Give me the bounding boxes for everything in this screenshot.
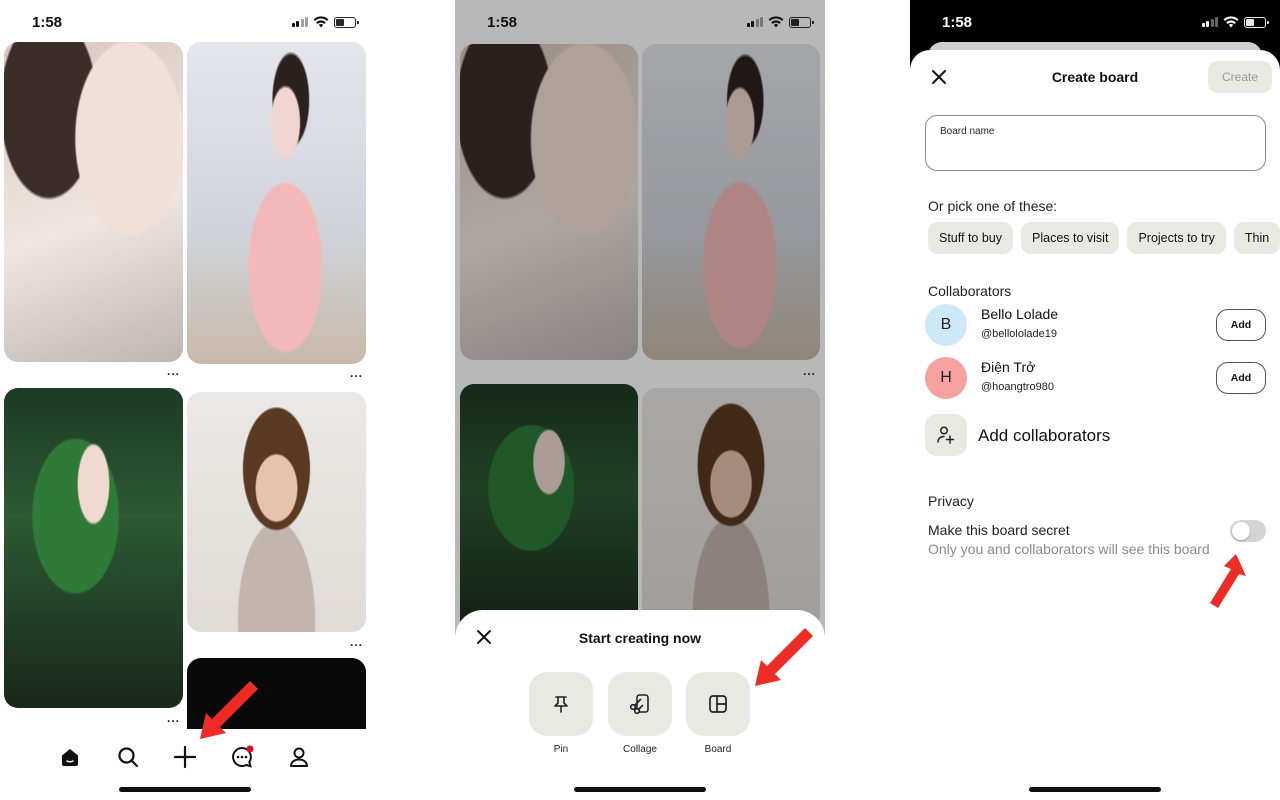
create-board-sheet: Create board Create Board name Or pick o… [910, 50, 1280, 800]
pin-image[interactable] [187, 42, 366, 364]
home-tab[interactable] [50, 737, 90, 777]
more-options-icon[interactable]: ... [350, 366, 363, 380]
home-feed-screen: 1:58 ... ... ... ... [0, 0, 370, 800]
avatar-initial: B [940, 316, 952, 333]
home-icon [62, 749, 78, 766]
bottom-tab-bar [0, 729, 370, 800]
collaborator-handle: @hoangtro980 [981, 381, 1054, 393]
wifi-icon [768, 16, 784, 28]
pin-image[interactable] [4, 388, 183, 708]
plus-icon [173, 745, 197, 769]
status-bar: 1:58 [455, 0, 825, 44]
home-indicator [574, 787, 706, 792]
status-bar: 1:58 [910, 0, 1280, 44]
battery-icon [789, 16, 814, 28]
signal-icon [746, 17, 763, 27]
board-name-field[interactable]: Board name [925, 115, 1266, 171]
battery-icon [1244, 16, 1269, 28]
collaborator-name: Bello Lolade [981, 306, 1059, 322]
board-name-label: Board name [940, 126, 995, 137]
more-options-icon[interactable]: ... [167, 711, 180, 725]
home-indicator [119, 787, 251, 792]
create-button[interactable]: Create [1208, 61, 1272, 93]
scissors-icon [629, 694, 649, 715]
create-board-button[interactable] [686, 672, 750, 736]
avatar-initial: H [940, 369, 952, 386]
status-icons [1201, 16, 1269, 28]
signal-icon [291, 17, 308, 27]
status-time: 1:58 [32, 13, 63, 31]
start-creating-screen: ... 1:58 Start creating now Pin Collage [455, 0, 825, 800]
arrow-annotation-icon [755, 628, 813, 686]
more-options-icon[interactable]: ... [167, 364, 180, 378]
create-board-label: Board [704, 744, 732, 755]
suggestions-heading: Or pick one of these: [928, 198, 1058, 214]
pin-image[interactable] [187, 392, 366, 632]
add-collaborator-button[interactable]: Add [1216, 362, 1266, 394]
board-icon [709, 695, 727, 713]
avatar: B [925, 304, 967, 346]
chip-places-to-visit[interactable]: Places to visit [1021, 222, 1120, 254]
create-collage-option[interactable]: Collage [608, 672, 672, 755]
search-tab[interactable] [108, 737, 148, 777]
add-collaborator-button[interactable]: Add [1216, 309, 1266, 341]
secret-label: Make this board secret [928, 522, 1070, 538]
messages-tab[interactable] [222, 737, 262, 777]
signal-icon [1201, 17, 1218, 27]
add-person-icon [937, 426, 955, 444]
profile-tab[interactable] [279, 737, 319, 777]
profile-icon [290, 747, 308, 767]
collaborators-heading: Collaborators [928, 283, 1012, 299]
collaborator-handle: @bellololade19 [981, 328, 1058, 340]
collaborator-row: B Bello Lolade @bellololade19 Add [925, 304, 1270, 348]
wifi-icon [1223, 16, 1239, 28]
arrow-annotation-icon [1210, 554, 1246, 608]
wifi-icon [313, 16, 329, 28]
add-collaborators-button[interactable] [925, 414, 967, 456]
status-icons [746, 16, 814, 28]
pushpin-icon [554, 696, 568, 713]
battery-icon [334, 16, 359, 28]
chip-projects-to-try[interactable]: Projects to try [1127, 222, 1226, 254]
status-time: 1:58 [942, 13, 973, 31]
create-collage-label: Collage [623, 744, 657, 755]
create-tab[interactable] [165, 737, 205, 777]
create-pin-option[interactable]: Pin [529, 672, 593, 755]
status-icons [291, 16, 359, 28]
status-time: 1:58 [487, 13, 518, 31]
secret-description: Only you and collaborators will see this… [928, 541, 1210, 557]
status-bar: 1:58 [0, 0, 370, 44]
pin-image[interactable] [4, 42, 183, 362]
arrow-annotation-icon [200, 681, 258, 739]
create-collage-button[interactable] [608, 672, 672, 736]
avatar: H [925, 357, 967, 399]
collaborator-name: Điện Trở [981, 359, 1036, 375]
suggestion-chips: Stuff to buy Places to visit Projects to… [928, 222, 1280, 254]
create-board-option[interactable]: Board [686, 672, 750, 755]
privacy-heading: Privacy [928, 493, 974, 509]
chip-things[interactable]: Thin [1233, 222, 1280, 254]
secret-toggle[interactable] [1230, 520, 1266, 542]
add-collaborators-label[interactable]: Add collaborators [978, 426, 1110, 446]
chat-icon [232, 745, 254, 768]
create-board-screen: 1:58 Create board Create Board name Or p… [910, 0, 1280, 800]
create-pin-button[interactable] [529, 672, 593, 736]
collaborator-row: H Điện Trở @hoangtro980 Add [925, 357, 1270, 401]
home-indicator [1029, 787, 1161, 792]
search-icon [118, 747, 139, 768]
create-pin-label: Pin [553, 744, 569, 755]
chip-stuff-to-buy[interactable]: Stuff to buy [928, 222, 1014, 254]
more-options-icon[interactable]: ... [350, 635, 363, 649]
